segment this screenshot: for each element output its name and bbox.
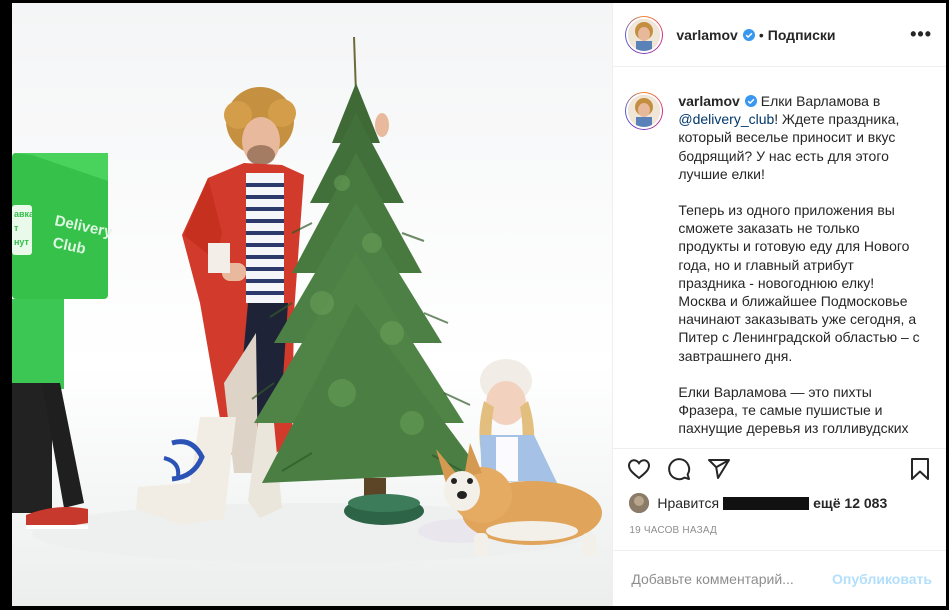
bag-text-3: нут [14, 237, 30, 247]
caption-p1-a: Елки Варламова в [760, 93, 881, 109]
liker-avatar[interactable] [629, 493, 650, 513]
header-separator: • [758, 26, 764, 43]
caption-avatar[interactable] [625, 92, 664, 130]
more-icon[interactable]: ••• [910, 24, 932, 45]
comment-input[interactable] [629, 569, 833, 588]
comment-bar: Опубликовать [613, 550, 946, 606]
caption-paragraph-1: varlamov Елки Варламова в @delivery_club… [678, 92, 920, 183]
caption-paragraph-3: Елки Варламова — это пихты Фразера, те с… [678, 383, 909, 437]
heart-icon[interactable] [627, 457, 651, 481]
likes-count[interactable]: ещё 12 083 [813, 495, 887, 511]
avatar-image [626, 16, 663, 53]
post-timestamp[interactable]: 19 часов назад [629, 525, 717, 536]
delivery-bag: авка т нут Delivery Club [12, 153, 114, 389]
bag-text-2: т [14, 223, 19, 233]
post-photo[interactable]: авка т нут Delivery Club [12, 3, 613, 606]
photo-illustration: авка т нут Delivery Club [12, 36, 602, 563]
caption-paragraph-2: Теперь из одного приложения вы сможете з… [678, 202, 920, 364]
mention-link[interactable]: @delivery_club [678, 111, 774, 127]
bag-text-1: авка [14, 209, 35, 219]
comment-icon[interactable] [667, 457, 691, 481]
likes-prefix: Нравится [657, 495, 720, 511]
likes-row: Нравится ещё 12 083 [629, 493, 932, 513]
verified-icon [742, 28, 755, 41]
header-username[interactable]: varlamov [676, 27, 737, 43]
bookmark-icon[interactable] [908, 457, 932, 481]
post-side-panel: varlamov • Подписки ••• varlamov Елки Ва… [612, 3, 946, 606]
post-header: varlamov • Подписки ••• [613, 3, 946, 67]
avatar[interactable] [625, 15, 664, 54]
caption-avatar-image [626, 93, 663, 129]
instagram-post: авка т нут Delivery Club varlamov • Подп… [12, 3, 946, 606]
caption-username[interactable]: varlamov [678, 93, 739, 109]
action-bar [613, 448, 946, 488]
publish-button[interactable]: Опубликовать [832, 571, 932, 587]
verified-icon [744, 95, 757, 107]
caption-text: varlamov Елки Варламова в @delivery_club… [678, 92, 920, 448]
caption-area: varlamov Елки Варламова в @delivery_club… [613, 68, 946, 448]
share-icon[interactable] [707, 457, 731, 481]
redacted-username [723, 496, 810, 510]
following-button[interactable]: Подписки [768, 27, 836, 43]
